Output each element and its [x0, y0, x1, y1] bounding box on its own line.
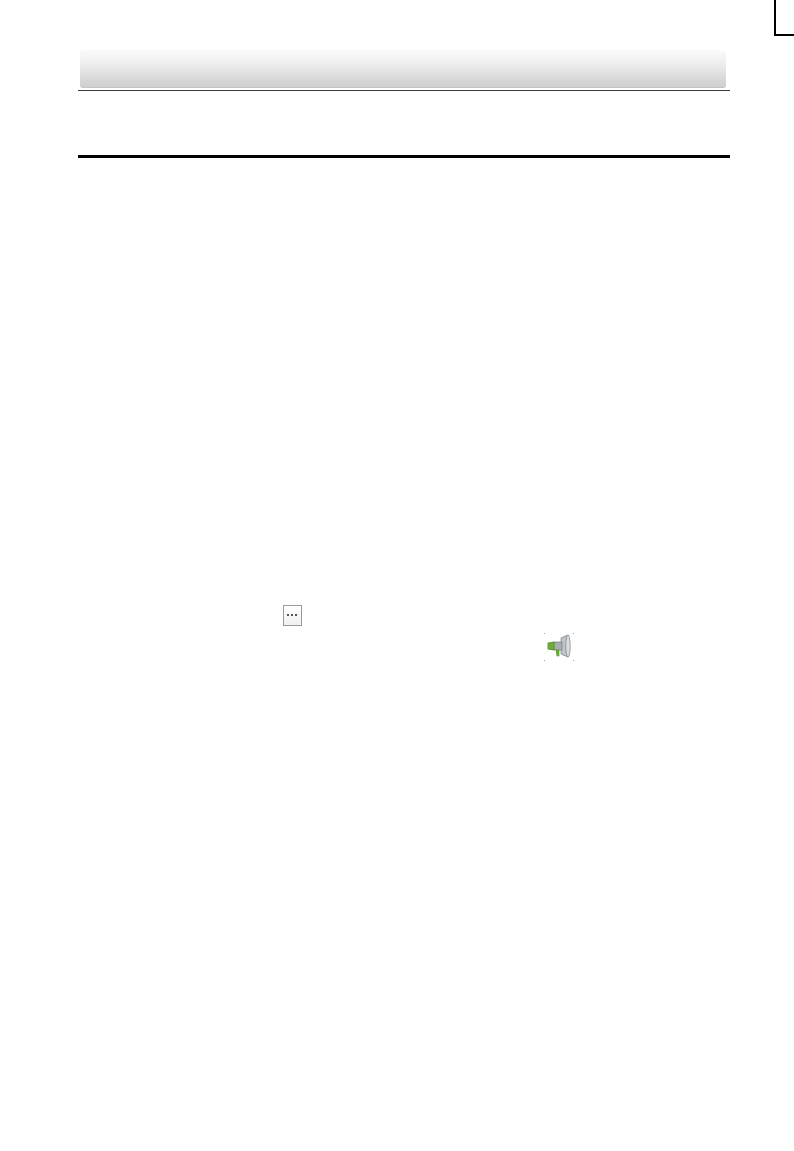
speaker-icon[interactable]: [544, 633, 574, 661]
header-rule: [78, 90, 730, 91]
more-options-button[interactable]: [283, 605, 302, 626]
crop-mark-vertical: [774, 0, 776, 36]
crop-mark-horizontal: [776, 34, 794, 36]
more-options-icon: [287, 614, 297, 616]
section-rule: [78, 155, 730, 158]
page-header-bar: [80, 50, 726, 88]
